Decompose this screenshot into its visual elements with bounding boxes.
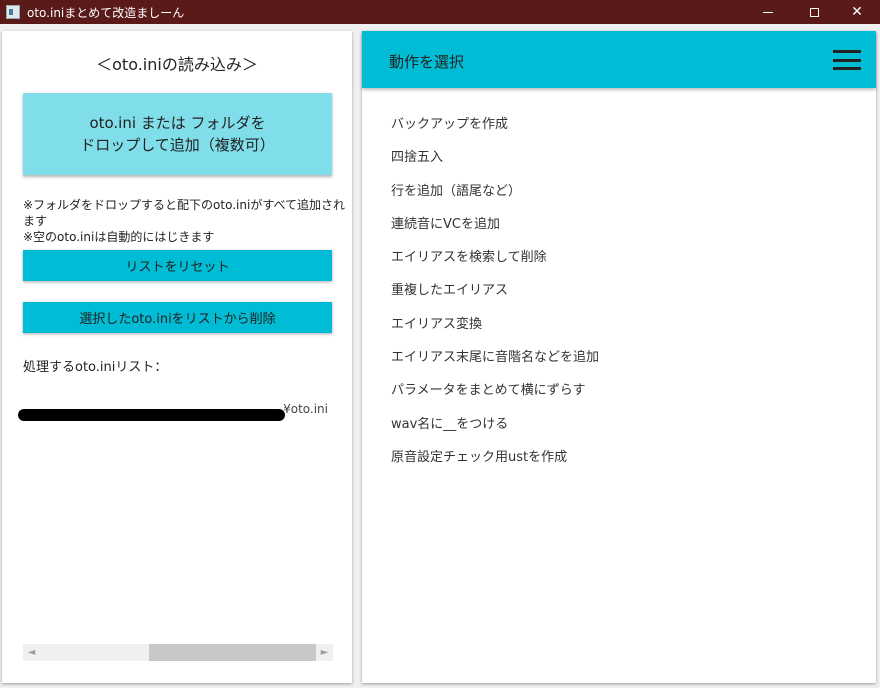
menu-item-wav-prefix[interactable]: wav名に__をつける [391,417,599,450]
drop-zone-line-1: oto.ini または フォルダを [89,114,266,132]
drop-zone-line-2: ドロップして追加（複数可） [80,136,275,154]
notes: ※フォルダをドロップすると配下のoto.iniがすべて追加されます ※空のoto… [23,197,352,245]
menu-item-search-delete-alias[interactable]: エイリアスを検索して削除 [391,250,599,283]
redaction-mark [18,409,285,421]
action-panel-header: 動作を選択 [362,31,876,88]
title-bar[interactable]: oto.iniまとめて改造ましーん ✕ [0,0,880,24]
minimize-icon [763,11,773,13]
menu-item-backup[interactable]: バックアップを作成 [391,117,599,150]
action-menu: バックアップを作成 四捨五入 行を追加（語尾など） 連続音にVCを追加 エイリア… [391,117,599,483]
menu-item-append-pitch[interactable]: エイリアス末尾に音階名などを追加 [391,350,599,383]
scroll-right-arrow-icon[interactable]: ► [316,644,333,661]
ini-list[interactable]: ¥oto.ini [18,396,334,626]
close-icon: ✕ [851,4,863,20]
maximize-icon [809,7,819,17]
ini-list-label: 処理するoto.iniリスト： [23,360,168,375]
remove-selected-button[interactable]: 選択したoto.iniをリストから削除 [23,302,332,333]
menu-item-shift-params[interactable]: パラメータをまとめて横にずらす [391,383,599,416]
load-panel: ＜oto.iniの読み込み＞ oto.ini または フォルダを ドロップして追… [2,31,352,683]
menu-item-add-vc[interactable]: 連続音にVCを追加 [391,217,599,250]
menu-item-add-line[interactable]: 行を追加（語尾など） [391,184,599,217]
maximize-button[interactable] [791,0,837,24]
scroll-left-arrow-icon[interactable]: ◄ [23,644,40,661]
list-item-path: ¥oto.ini [283,402,328,416]
action-panel: 動作を選択 バックアップを作成 四捨五入 行を追加（語尾など） 連続音にVCを追… [362,31,876,683]
drop-zone[interactable]: oto.ini または フォルダを ドロップして追加（複数可） [23,93,332,175]
minimize-button[interactable] [745,0,791,24]
app-icon [6,5,20,19]
hamburger-menu-icon[interactable] [833,50,861,70]
note-folder-drop: ※フォルダをドロップすると配下のoto.iniがすべて追加されます [23,198,346,228]
load-panel-heading: ＜oto.iniの読み込み＞ [96,55,258,74]
horizontal-scrollbar[interactable]: ◄ ► [23,644,333,661]
action-panel-title: 動作を選択 [389,53,465,71]
list-item[interactable]: ¥oto.ini [18,402,334,421]
note-empty-ini: ※空のoto.iniは自動的にはじきます [23,230,215,244]
menu-item-check-ust[interactable]: 原音設定チェック用ustを作成 [391,450,599,483]
menu-item-duplicate-alias[interactable]: 重複したエイリアス [391,283,599,316]
window-title: oto.iniまとめて改造ましーん [27,6,185,20]
reset-list-button[interactable]: リストをリセット [23,250,332,281]
menu-item-convert-alias[interactable]: エイリアス変換 [391,317,599,350]
scroll-thumb[interactable] [149,644,316,661]
close-button[interactable]: ✕ [834,0,880,24]
menu-item-round[interactable]: 四捨五入 [391,150,599,183]
